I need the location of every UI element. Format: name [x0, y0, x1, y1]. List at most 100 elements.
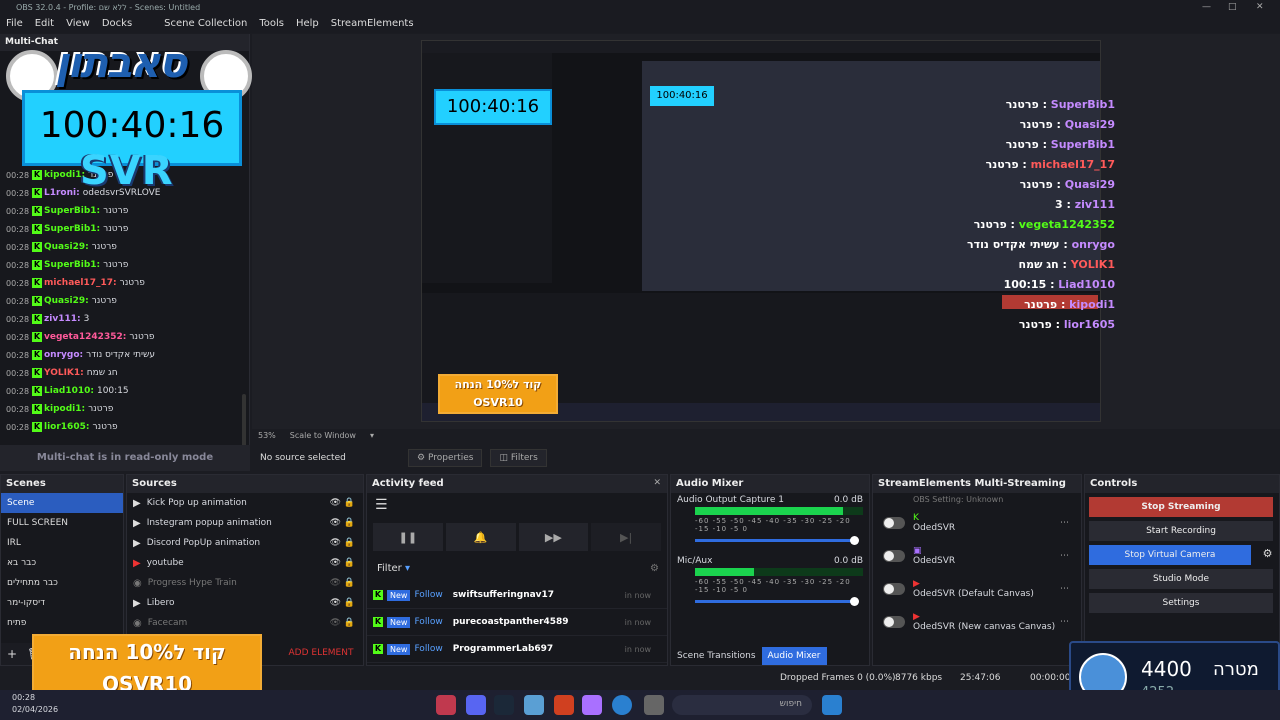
start-recording-button[interactable]: Start Recording [1089, 521, 1273, 541]
stream-target: ▶ OdedSVR (New canvas Canvas) ⋯ [873, 605, 1081, 638]
taskbar-date: 02/04/2026 [12, 705, 59, 714]
discord-icon[interactable] [466, 695, 486, 715]
settings-button[interactable]: Settings [1089, 593, 1273, 613]
menu-tools[interactable]: Tools [259, 15, 290, 33]
menu-edit[interactable]: Edit [35, 15, 60, 33]
scene-item[interactable]: Scene [1, 493, 123, 513]
stop-virtual-camera-button[interactable]: Stop Virtual Camera [1089, 545, 1251, 565]
chat-message: 00:28 Kvegeta1242352: פרטנר [6, 332, 155, 342]
minimize-icon[interactable]: — [1202, 2, 1211, 12]
scale-mode[interactable]: Scale to Window [290, 431, 356, 441]
overlay-chat-row: 100:15 : Liad1010 [1003, 278, 1115, 291]
chat-message: 00:28 Konrygo: עשיתי אקדיס נודר [6, 350, 156, 360]
close-icon[interactable]: ✕ [1256, 2, 1264, 12]
controls-dock: Controls Stop Streaming Start Recording … [1084, 474, 1280, 666]
chrome-icon[interactable] [612, 695, 632, 715]
source-item[interactable]: ◉ Facecam 👁 🔒 [127, 613, 363, 633]
scene-item[interactable]: כבר מתחילים [1, 573, 123, 593]
goal-value: 4400 [1141, 657, 1192, 681]
kick-icon: K [913, 512, 919, 523]
properties-button[interactable]: ⚙ Properties [408, 449, 483, 467]
scene-item[interactable]: כבר בא [1, 553, 123, 573]
search-input[interactable]: חיפוש [672, 695, 812, 715]
chevron-down-icon: ▾ [404, 563, 410, 574]
more-icon[interactable]: ⋯ [1060, 551, 1069, 561]
gear-icon[interactable]: ⚙ [1259, 547, 1277, 560]
menu-file[interactable]: File [6, 15, 29, 33]
source-item[interactable]: ▶ Kick Pop up animation 👁 🔒 [127, 493, 363, 513]
multichat-title: Multi-Chat [5, 37, 58, 47]
bell-icon[interactable]: 🔔 [445, 523, 516, 551]
obs-icon[interactable] [436, 695, 456, 715]
activity-controls: ❚❚ 🔔 ▶▶ ▶| [367, 517, 667, 557]
nested-titlebar [422, 41, 1100, 53]
windows-icon[interactable] [822, 695, 842, 715]
chat-message: 00:28 K SuperBib1: פרטנר [6, 224, 129, 234]
menu-streamelements[interactable]: StreamElements [331, 15, 420, 33]
filter-dropdown[interactable]: Filter ▾ ⚙ [367, 557, 667, 582]
activity-item[interactable]: K New Follow ProgrammerLab697 in now [367, 636, 667, 663]
volume-slider[interactable] [695, 597, 859, 606]
add-icon[interactable]: + [7, 647, 17, 661]
close-icon[interactable]: ✕ [653, 478, 661, 488]
overlay-chat-row: עשיתי אקדיס נודר : onrygo [967, 238, 1115, 251]
scene-item[interactable]: IRL [1, 533, 123, 553]
menu-docks[interactable]: Docks [102, 15, 138, 33]
menubar: File Edit View Docks Scene Collection To… [0, 15, 1280, 33]
stream-target: K OdedSVR ⋯ [873, 506, 1081, 539]
menu-view[interactable]: View [66, 15, 96, 33]
zoom-level[interactable]: 53% [258, 431, 276, 441]
skip-end-icon[interactable]: ▶| [591, 523, 661, 551]
filters-button[interactable]: ◫ Filters [490, 449, 547, 467]
hamburger-icon[interactable]: ☰ [367, 493, 667, 517]
eye-icon: 👁 [329, 538, 341, 548]
more-icon[interactable]: ⋯ [1060, 518, 1069, 528]
volume-slider[interactable] [695, 536, 859, 545]
toggle-switch[interactable] [883, 516, 905, 529]
scene-item[interactable]: פתיח [1, 613, 123, 633]
menu-help[interactable]: Help [296, 15, 325, 33]
scenes-header: Scenes [1, 475, 123, 493]
skip-icon[interactable]: ▶▶ [518, 523, 589, 551]
multistreaming-dock: StreamElements Multi-Streaming OBS Setti… [872, 474, 1082, 666]
tab-scene-transitions[interactable]: Scene Transitions [671, 647, 762, 665]
kick-icon: K [373, 644, 383, 654]
tab-audio-mixer[interactable]: Audio Mixer [761, 647, 827, 665]
mixer-tabs: Scene Transitions Audio Mixer [671, 647, 869, 665]
source-item[interactable]: ◉ Progress Hype Train 👁 🔒 [127, 573, 363, 593]
obs-setting-status: OBS Setting: Unknown [913, 495, 1004, 504]
eye-hidden-icon: 👁 [329, 618, 341, 628]
kick-icon: K [373, 590, 383, 600]
toggle-switch[interactable] [883, 582, 905, 595]
toggle-switch[interactable] [883, 615, 905, 628]
play-icon: ▶ [133, 537, 141, 549]
toggle-switch[interactable] [883, 549, 905, 562]
scene-item[interactable]: FULL SCREEN [1, 513, 123, 533]
lock-icon: 🔒 [343, 518, 355, 528]
folder-icon[interactable] [644, 695, 664, 715]
steam-icon[interactable] [494, 695, 514, 715]
browser-icon: ◉ [133, 577, 142, 589]
source-item[interactable]: ▶ youtube 👁 🔒 [127, 553, 363, 573]
app-icon[interactable] [554, 695, 574, 715]
controls-header: Controls [1085, 475, 1279, 493]
source-item[interactable]: ▶ Libero 👁 🔒 [127, 593, 363, 613]
twitch-icon[interactable] [582, 695, 602, 715]
menu-scene-collection[interactable]: Scene Collection [164, 15, 253, 33]
more-icon[interactable]: ⋯ [1060, 617, 1069, 627]
pause-icon[interactable]: ❚❚ [373, 523, 443, 551]
add-element-button[interactable]: ADD ELEMENT [283, 645, 359, 661]
youtube-icon: ▶ [133, 557, 141, 569]
notepad-icon[interactable] [524, 695, 544, 715]
stop-streaming-button[interactable]: Stop Streaming [1089, 497, 1273, 517]
overlay-chat-row: פרטנר : SuperBib1 [1005, 98, 1115, 111]
maximize-icon[interactable]: □ [1228, 2, 1237, 12]
scene-item[interactable]: דיסקו-ימר [1, 593, 123, 613]
more-icon[interactable]: ⋯ [1060, 584, 1069, 594]
activity-item[interactable]: K New Follow purecoastpanther4589 in now [367, 609, 667, 636]
studio-mode-button[interactable]: Studio Mode [1089, 569, 1273, 589]
chevron-down-icon[interactable]: ▾ [370, 431, 374, 441]
activity-item[interactable]: K New Follow swiftsufferingnav17 in now [367, 582, 667, 609]
source-item[interactable]: ▶ Discord PopUp animation 👁 🔒 [127, 533, 363, 553]
source-item[interactable]: ▶ Instegram popup animation 👁 🔒 [127, 513, 363, 533]
